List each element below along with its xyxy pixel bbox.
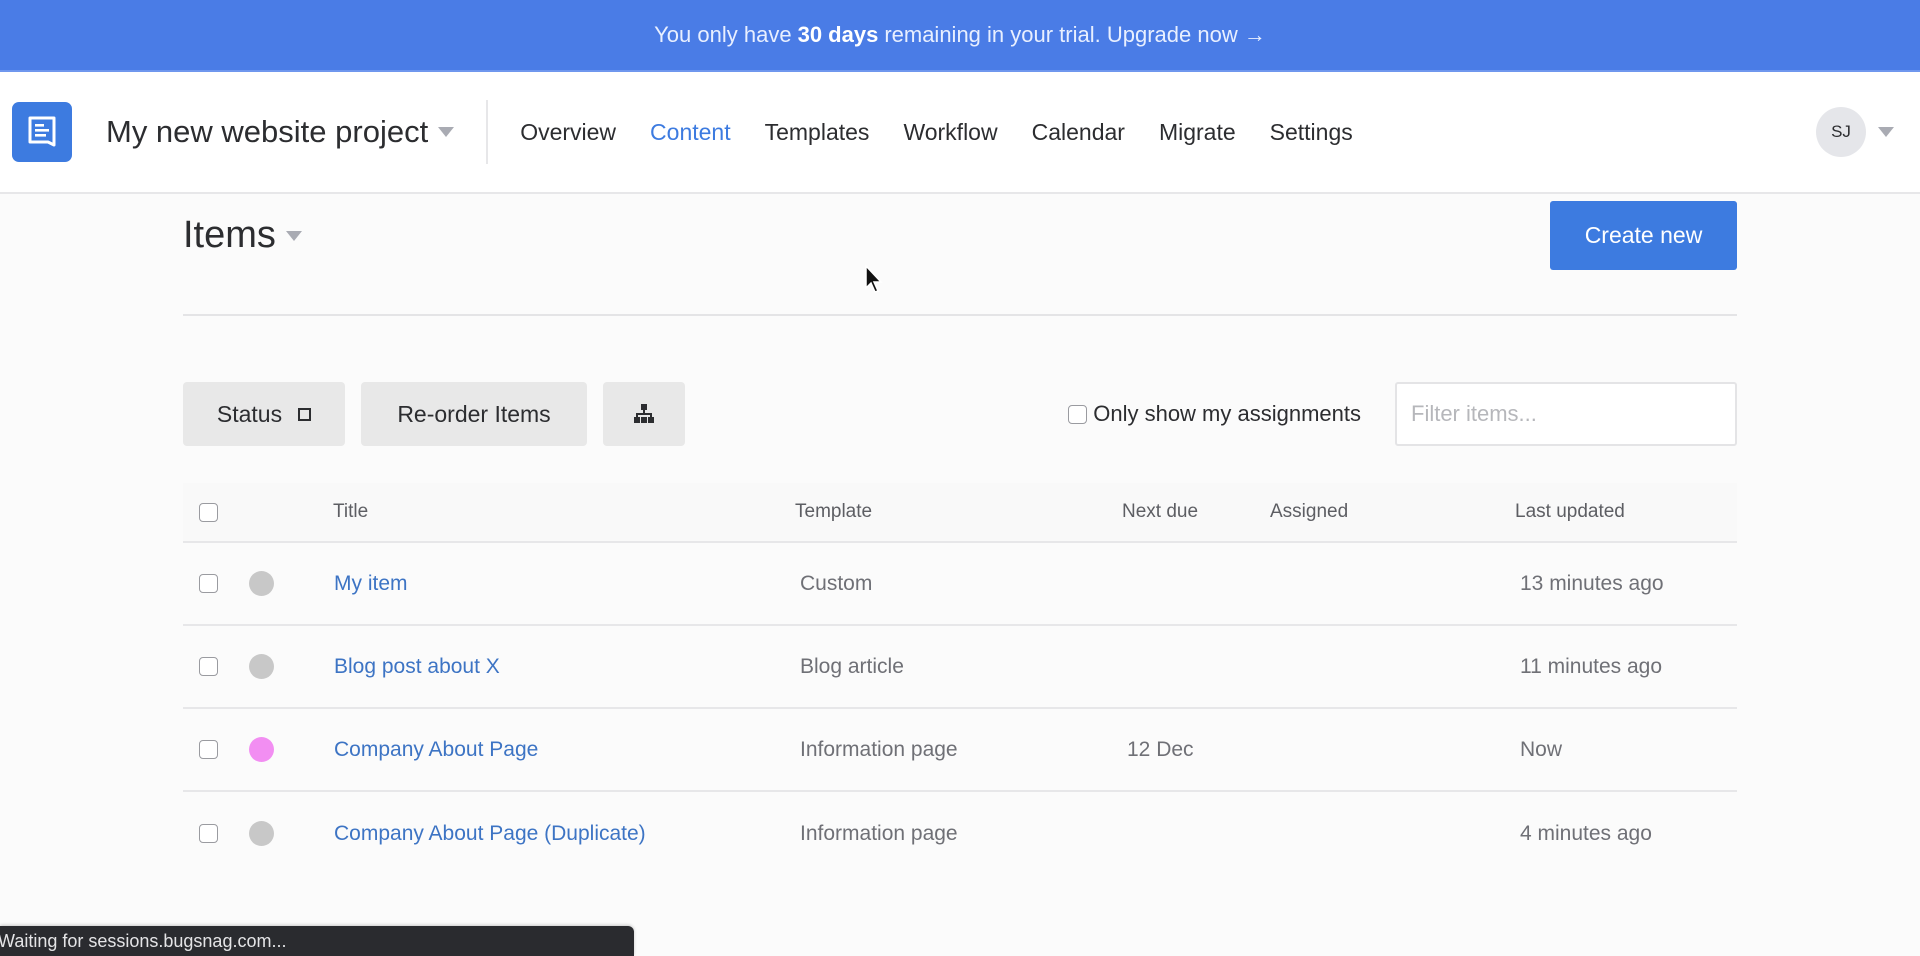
status-filter-button[interactable]: Status: [183, 382, 345, 446]
items-title-dropdown[interactable]: Items: [183, 214, 302, 257]
banner-suffix: remaining in your trial. Upgrade now →: [884, 22, 1266, 47]
table-row: Blog post about X Blog article 11 minute…: [183, 626, 1737, 709]
item-last-updated: Now: [1520, 737, 1563, 761]
chat-document-icon: [28, 116, 56, 147]
only-my-assignments-toggle[interactable]: Only show my assignments: [1068, 401, 1361, 427]
row-checkbox[interactable]: [199, 824, 218, 843]
table-header: Title Template Next due Assigned Last up…: [183, 483, 1737, 543]
user-menu[interactable]: SJ: [1816, 107, 1894, 157]
nav-workflow[interactable]: Workflow: [903, 119, 997, 146]
avatar: SJ: [1816, 107, 1866, 157]
only-my-assignments-checkbox[interactable]: [1068, 404, 1088, 424]
items-page: Items Create new Status Re-order Items O…: [183, 196, 1737, 875]
chevron-down-icon: [285, 231, 302, 241]
banner-prefix: You only have: [654, 22, 792, 47]
item-template: Blog article: [800, 654, 904, 678]
nav-settings[interactable]: Settings: [1270, 119, 1353, 146]
only-my-assignments-label: Only show my assignments: [1093, 401, 1361, 426]
app-logo[interactable]: [12, 102, 72, 162]
column-last-updated[interactable]: Last updated: [1515, 501, 1737, 523]
nav-content[interactable]: Content: [650, 119, 731, 146]
item-last-updated: 4 minutes ago: [1520, 821, 1652, 845]
app-header: My new website project Overview Content …: [0, 72, 1920, 194]
status-dot: [249, 571, 274, 596]
table-row: Company About Page Information page 12 D…: [183, 709, 1737, 792]
row-checkbox[interactable]: [199, 574, 218, 593]
status-dot: [249, 654, 274, 679]
trial-banner[interactable]: You only have 30 days remaining in your …: [0, 0, 1920, 72]
item-template: Information page: [800, 737, 958, 761]
column-title[interactable]: Title: [333, 501, 795, 523]
square-icon: [298, 407, 312, 421]
banner-highlight: 30 days: [797, 22, 879, 47]
item-title-link[interactable]: Company About Page (Duplicate): [333, 822, 795, 846]
row-checkbox[interactable]: [199, 657, 218, 676]
items-table: Title Template Next due Assigned Last up…: [183, 483, 1737, 875]
table-row: Company About Page (Duplicate) Informati…: [183, 792, 1737, 875]
column-next-due[interactable]: Next due: [1122, 501, 1270, 523]
select-all-checkbox[interactable]: [199, 502, 218, 522]
status-bar-text: Waiting for sessions.bugsnag.com...: [0, 930, 287, 951]
header-divider: [486, 100, 489, 164]
reorder-items-label: Re-order Items: [397, 400, 551, 427]
main-nav: Overview Content Templates Workflow Cale…: [520, 119, 1387, 146]
item-template: Custom: [800, 571, 873, 595]
item-next-due: 12 Dec: [1127, 737, 1194, 761]
filter-items-input[interactable]: [1395, 382, 1737, 446]
reorder-items-button[interactable]: Re-order Items: [361, 382, 587, 446]
nav-migrate[interactable]: Migrate: [1159, 119, 1236, 146]
create-new-button[interactable]: Create new: [1550, 200, 1737, 270]
nav-overview[interactable]: Overview: [520, 119, 616, 146]
toolbar-right: Only show my assignments: [1068, 382, 1737, 446]
items-toolbar: Status Re-order Items Only show my assig…: [183, 382, 1737, 446]
chevron-down-icon: [438, 127, 455, 137]
select-all-cell: [183, 502, 249, 522]
item-title-link[interactable]: Blog post about X: [333, 655, 795, 679]
row-checkbox[interactable]: [199, 740, 218, 759]
status-dot: [249, 821, 274, 846]
divider: [183, 314, 1737, 316]
mouse-cursor-icon: [865, 264, 883, 293]
column-template[interactable]: Template: [795, 501, 1122, 523]
status-dot: [249, 737, 274, 762]
hierarchy-view-button[interactable]: [603, 382, 685, 446]
project-switcher[interactable]: My new website project: [106, 114, 455, 150]
nav-calendar[interactable]: Calendar: [1032, 119, 1125, 146]
browser-status-bar: Waiting for sessions.bugsnag.com...: [0, 926, 634, 956]
page-title: Items: [183, 213, 276, 256]
status-filter-label: Status: [216, 400, 283, 427]
table-row: My item Custom 13 minutes ago: [183, 543, 1737, 626]
nav-templates[interactable]: Templates: [765, 119, 870, 146]
item-title-link[interactable]: My item: [333, 572, 795, 596]
hierarchy-icon: [634, 404, 654, 423]
item-last-updated: 11 minutes ago: [1520, 654, 1663, 678]
items-header: Items Create new: [183, 196, 1737, 274]
item-template: Information page: [800, 821, 958, 845]
chevron-down-icon: [1878, 127, 1894, 137]
project-name: My new website project: [106, 114, 429, 149]
item-last-updated: 13 minutes ago: [1520, 571, 1664, 595]
item-title-link[interactable]: Company About Page: [333, 738, 795, 762]
column-assigned[interactable]: Assigned: [1270, 501, 1515, 523]
